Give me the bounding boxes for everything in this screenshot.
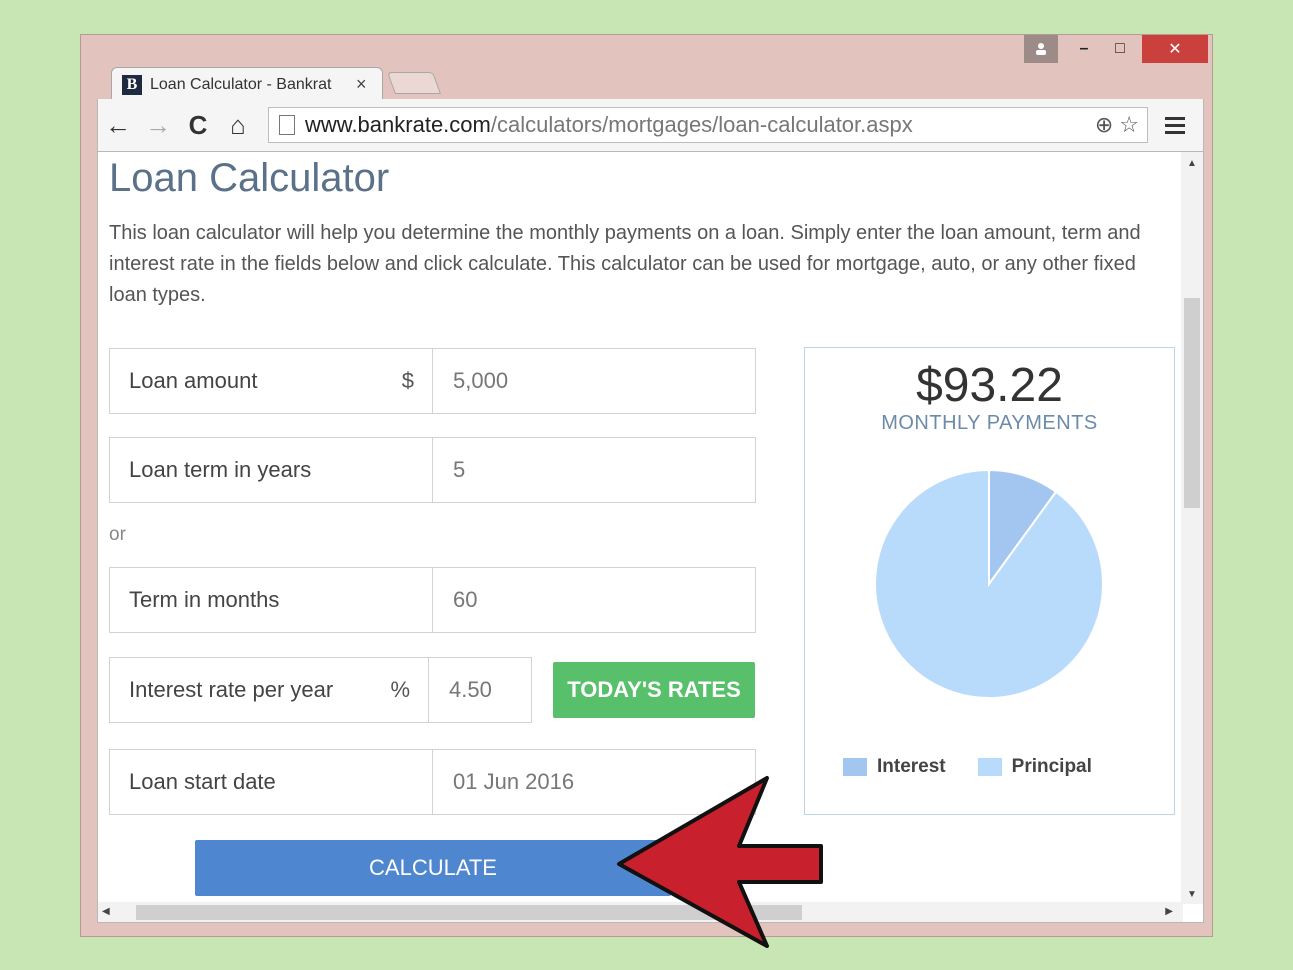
start-date-label: Loan start date [110,750,433,814]
chart-legend: Interest Principal [843,756,1092,778]
bankrate-favicon-icon: B [122,74,142,95]
close-window-button[interactable]: ✕ [1142,35,1208,63]
page-title: Loan Calculator [109,156,390,200]
loan-term-input[interactable]: 5 [433,438,755,502]
monthly-payment-label: MONTHLY PAYMENTS [881,412,1098,434]
monthly-payment-amount: $93.22 [916,359,1063,412]
loan-term-label: Loan term in years [110,438,433,502]
todays-rates-button[interactable]: TODAY'S RATES [553,662,755,718]
address-bar[interactable]: www.bankrate.com/calculators/mortgages/l… [268,107,1148,143]
browser-tab[interactable]: B Loan Calculator - Bankrat × [111,67,383,101]
url-path: /calculators/mortgages/loan-calculator.a… [490,112,913,137]
loan-term-field: Loan term in years 5 [109,437,756,503]
legend-principal-label: Principal [1011,756,1092,777]
loan-amount-label: Loan amount $ [110,349,433,413]
loan-amount-label-text: Loan amount [129,368,258,393]
term-months-input[interactable]: 60 [433,568,755,632]
interest-rate-field: Interest rate per year % 4.50 [109,657,532,723]
back-arrow-icon[interactable]: ← [98,105,138,145]
pie-slice-principal [874,468,1104,699]
percent-symbol: % [390,677,410,702]
calculate-button[interactable]: CALCULATE [195,840,671,896]
tab-close-icon[interactable]: × [356,74,367,95]
omnibox-actions: ⊕ ☆ [1095,112,1147,138]
interest-swatch [843,758,867,776]
scroll-down-arrow-icon[interactable]: ▼ [1187,889,1197,900]
dollar-symbol: $ [401,368,414,393]
scroll-right-arrow-icon[interactable]: ▶ [1165,906,1173,917]
home-icon[interactable]: ⌂ [218,105,258,145]
url-text: www.bankrate.com/calculators/mortgages/l… [305,112,913,138]
reload-icon[interactable]: C [178,105,218,145]
vertical-scroll-thumb[interactable] [1184,298,1200,508]
result-panel: $93.22 MONTHLY PAYMENTS Interest Princip… [804,347,1175,815]
tab-title: Loan Calculator - Bankrat [150,75,332,93]
loan-amount-input[interactable]: 5,000 [433,349,755,413]
hamburger-menu-icon[interactable] [1158,108,1192,142]
interest-rate-input[interactable]: 4.50 [429,658,531,722]
vertical-scrollbar[interactable]: ▲ ▼ [1181,152,1203,904]
term-months-field: Term in months 60 [109,567,756,633]
user-glyph [1036,43,1046,55]
interest-rate-label: Interest rate per year % [110,658,429,722]
page-icon [279,115,295,135]
interest-rate-label-text: Interest rate per year [129,677,334,702]
legend-interest-label: Interest [877,756,946,777]
window-controls: – □ ✕ [1024,35,1208,65]
new-tab-button[interactable] [386,72,442,94]
bookmark-star-icon[interactable]: ☆ [1119,112,1139,138]
payment-pie-chart [874,468,1104,699]
legend-item-interest: Interest [843,756,946,778]
intro-text: This loan calculator will help you deter… [109,222,1141,306]
legend-item-principal: Principal [977,756,1092,778]
term-months-label: Term in months [110,568,433,632]
forward-arrow-icon[interactable]: → [138,105,178,145]
user-icon[interactable] [1024,35,1058,63]
red-pointer-arrow-icon [617,776,823,948]
or-separator: or [109,524,126,545]
principal-swatch [977,758,1002,776]
scroll-left-arrow-icon[interactable]: ◀ [102,906,110,917]
browser-toolbar: ← → C ⌂ www.bankrate.com/calculators/mor… [97,99,1204,151]
minimize-button[interactable]: – [1066,35,1102,63]
zoom-icon[interactable]: ⊕ [1095,112,1113,138]
url-host: www.bankrate.com [305,112,491,137]
loan-amount-field: Loan amount $ 5,000 [109,348,756,414]
scroll-up-arrow-icon[interactable]: ▲ [1187,158,1197,169]
maximize-button[interactable]: □ [1102,35,1138,63]
